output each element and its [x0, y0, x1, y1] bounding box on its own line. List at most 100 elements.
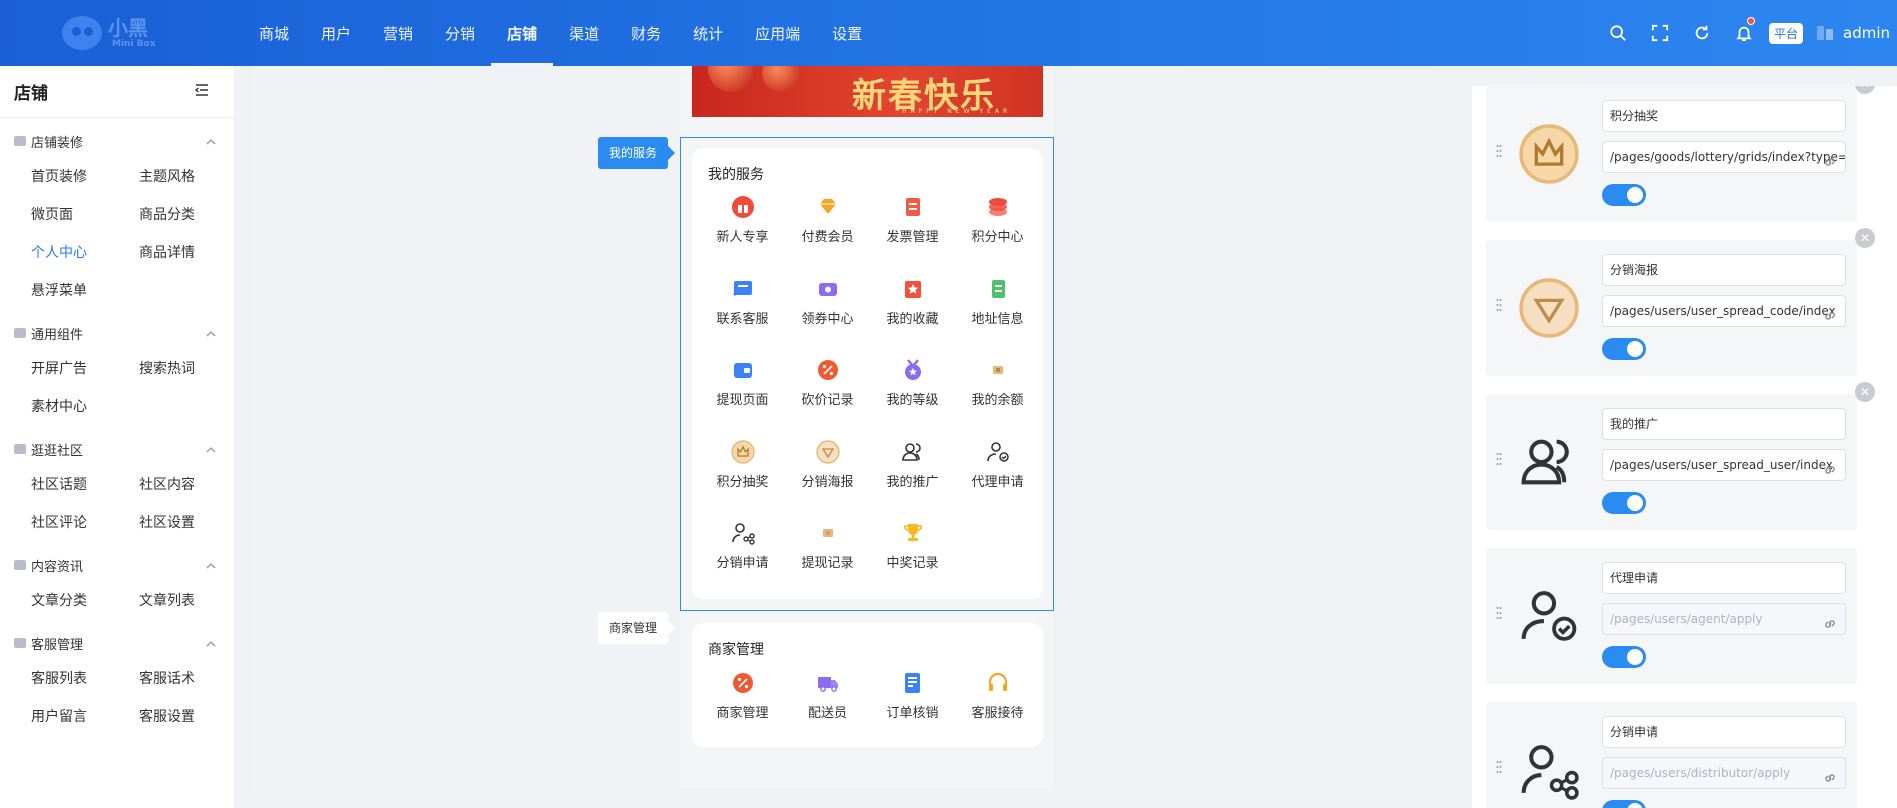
link-icon[interactable] [1823, 458, 1837, 474]
sidebar-item[interactable]: 主题风格 [139, 158, 247, 196]
menu-name-input[interactable]: 积分抽奖 [1602, 100, 1846, 132]
sidebar-item[interactable]: 商品详情 [139, 234, 247, 272]
percent-icon [730, 670, 756, 696]
link-icon[interactable] [1823, 304, 1837, 320]
sidebar-item[interactable]: 社区内容 [139, 466, 247, 504]
platform-badge[interactable]: 平台 [1768, 22, 1803, 44]
drag-handle-icon[interactable] [1496, 452, 1502, 466]
refresh-button[interactable] [1681, 0, 1723, 66]
nav-item[interactable]: 用户 [305, 0, 367, 66]
sidebar-item[interactable]: 开屏广告 [31, 350, 139, 388]
sidebar-item[interactable]: 素材中心 [31, 388, 139, 426]
logo[interactable]: 小黑 Mini Box [62, 10, 182, 56]
nav-item[interactable]: 营销 [367, 0, 429, 66]
sidebar-group-title: 内容资讯 [31, 559, 84, 575]
sidebar-item[interactable]: 社区设置 [139, 504, 247, 542]
triangle-icon[interactable] [1516, 275, 1582, 341]
sidebar-item[interactable]: 社区话题 [31, 466, 139, 504]
nav-item[interactable]: 财务 [615, 0, 677, 66]
enable-toggle[interactable] [1602, 646, 1646, 668]
nav-item[interactable]: 统计 [677, 0, 739, 66]
sidebar-group-title: 逛逛社区 [31, 443, 84, 459]
menu-entry-label: 配送员 [807, 706, 847, 721]
menu-entry[interactable]: 配送员 [785, 670, 870, 730]
menu-entry[interactable]: 商家管理 [700, 670, 785, 730]
sidebar-group: 内容资讯 文章分类 文章列表 [0, 542, 234, 620]
merchant-card[interactable]: 商家管理 商家管理配送员 订单核销 客服接待 [692, 623, 1043, 747]
user-name[interactable]: admin [1843, 24, 1890, 42]
sidebar-group-header[interactable]: 逛逛社区 [0, 432, 234, 466]
lantern-icon [762, 66, 800, 92]
sidebar-item[interactable]: 用户留言 [31, 698, 139, 736]
truck-icon [815, 670, 841, 696]
lantern-icon [708, 66, 754, 92]
logo-mark-icon [62, 16, 102, 50]
link-icon[interactable] [1823, 766, 1837, 782]
chevron-up-icon [206, 638, 216, 648]
menu-name-input[interactable]: 代理申请 [1602, 562, 1846, 594]
menu-entry[interactable]: 订单核销 [870, 670, 955, 730]
drag-handle-icon[interactable] [1496, 760, 1502, 774]
sidebar-item[interactable]: 客服设置 [139, 698, 247, 736]
enable-toggle[interactable] [1602, 800, 1646, 808]
menu-link-input[interactable]: /pages/users/distributor/apply [1602, 757, 1846, 789]
enable-toggle[interactable] [1602, 338, 1646, 360]
sidebar-group: 通用组件 开屏广告 搜索热词 素材中心 [0, 310, 234, 426]
sidebar-item[interactable]: 商品分类 [139, 196, 247, 234]
section-tag-service[interactable]: 我的服务 [598, 137, 676, 169]
remove-item-button[interactable]: ✕ [1855, 382, 1875, 402]
drag-handle-icon[interactable] [1496, 606, 1502, 620]
sidebar-item[interactable]: 文章列表 [139, 582, 247, 620]
menu-name-input[interactable]: 我的推广 [1602, 408, 1846, 440]
collapse-menu-button[interactable] [194, 82, 210, 102]
enable-toggle[interactable] [1602, 184, 1646, 206]
search-button[interactable] [1597, 0, 1639, 66]
user-share-icon[interactable] [1516, 737, 1582, 803]
sidebar-group-header[interactable]: 店铺装修 [0, 124, 234, 158]
sidebar-item[interactable]: 搜索热词 [139, 350, 247, 388]
sidebar-item[interactable]: 文章分类 [31, 582, 139, 620]
nav-item[interactable]: 分销 [429, 0, 491, 66]
enable-toggle[interactable] [1602, 492, 1646, 514]
sidebar-group-header[interactable]: 客服管理 [0, 626, 234, 660]
nav-item[interactable]: 应用端 [739, 0, 816, 66]
menu-link-text: /pages/goods/lottery/grids/index?type=1 [1610, 150, 1846, 164]
remove-item-button[interactable]: ✕ [1855, 228, 1875, 248]
nav-item[interactable]: 店铺 [491, 0, 554, 66]
menu-entry[interactable]: 客服接待 [955, 670, 1040, 730]
notification-button[interactable] [1723, 0, 1765, 66]
sidebar-group-header[interactable]: 内容资讯 [0, 548, 234, 582]
menu-link-text: /pages/users/user_spread_user/index [1610, 458, 1833, 472]
menu-name-input[interactable]: 分销海报 [1602, 254, 1846, 286]
avatar[interactable] [1815, 23, 1835, 43]
users-icon[interactable] [1516, 429, 1582, 495]
sidebar-item[interactable]: 悬浮菜单 [31, 272, 139, 310]
crown-icon[interactable] [1516, 121, 1582, 187]
menu-link-input[interactable]: /pages/users/agent/apply [1602, 603, 1846, 635]
menu-link-input[interactable]: /pages/users/user_spread_user/index [1602, 449, 1846, 481]
menu-link-input[interactable]: /pages/users/user_spread_code/index [1602, 295, 1846, 327]
sidebar-group-header[interactable]: 通用组件 [0, 316, 234, 350]
sidebar-item[interactable]: 个人中心 [31, 234, 139, 272]
sidebar-item[interactable]: 首页装修 [31, 158, 139, 196]
remove-item-button[interactable]: ✕ [1855, 86, 1875, 94]
menu-link-input[interactable]: /pages/goods/lottery/grids/index?type=1 [1602, 141, 1846, 173]
drag-handle-icon[interactable] [1496, 144, 1502, 158]
merchant-grid: 商家管理 配送员 订单核销 客服接待 [700, 670, 1040, 730]
banner[interactable]: 新春快乐 HAPPY NEW YEAR [692, 66, 1043, 117]
sidebar-item[interactable]: 客服列表 [31, 660, 139, 698]
drag-handle-icon[interactable] [1496, 298, 1502, 312]
link-icon[interactable] [1823, 612, 1837, 628]
link-icon[interactable] [1823, 150, 1837, 166]
fullscreen-button[interactable] [1639, 0, 1681, 66]
nav-item[interactable]: 设置 [816, 0, 878, 66]
nav-item[interactable]: 渠道 [553, 0, 615, 66]
sidebar-item[interactable]: 微页面 [31, 196, 139, 234]
sidebar-item[interactable]: 社区评论 [31, 504, 139, 542]
nav-item[interactable]: 商城 [243, 0, 305, 66]
user-check-icon[interactable] [1516, 583, 1582, 649]
sidebar-item[interactable]: 客服话术 [139, 660, 247, 698]
sidebar-group: 逛逛社区 社区话题 社区内容 社区评论 社区设置 [0, 426, 234, 542]
section-tag-merchant[interactable]: 商家管理 [598, 612, 676, 644]
menu-name-input[interactable]: 分销申请 [1602, 716, 1846, 748]
